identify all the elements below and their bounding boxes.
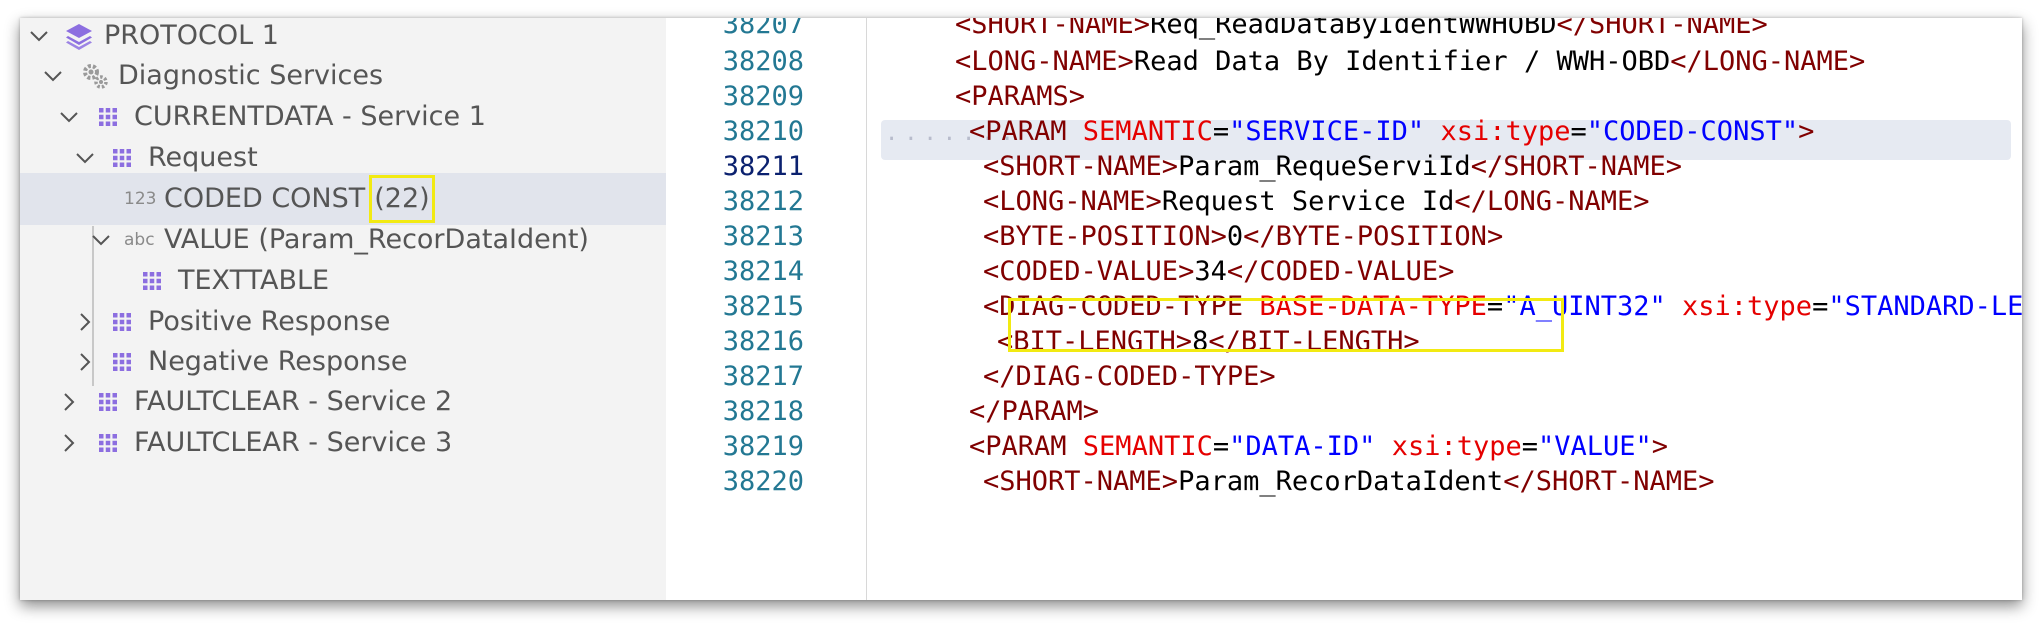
code-token: <CODED-VALUE>: [983, 256, 1195, 287]
code-token: Param_RecorDataIdent: [1178, 466, 1504, 497]
code-token: 0: [1226, 221, 1244, 252]
app-window: PROTOCOL 1 Diagnostic Services CURRENTDA…: [20, 18, 2022, 600]
code-token: xsi:type: [1440, 116, 1571, 147]
grid-icon: [98, 392, 118, 412]
code-line: <LONG-NAME>Read Data By Identifier / WWH…: [955, 40, 1865, 84]
code-token: </BYTE-POSITION>: [1243, 221, 1504, 252]
line-number-gutter: 38207 38208 38209 38210 38211 38212 38213 38214…: [666, 18, 867, 600]
grid-icon: [98, 107, 118, 127]
code-token: >: [1651, 431, 1669, 462]
coded-value-highlight: [1008, 298, 1564, 352]
code-token: "CODED-CONST": [1586, 116, 1799, 147]
code-token: <BYTE-POSITION>: [983, 221, 1227, 252]
code-token: 34: [1194, 256, 1227, 287]
code-token: Request Service Id: [1161, 186, 1455, 217]
chevron-down-icon[interactable]: [26, 23, 52, 49]
code-token: >: [1798, 116, 1815, 147]
code-token: =: [1212, 116, 1230, 147]
code-token: <PARAMS>: [955, 81, 1086, 112]
code-token: =: [1212, 431, 1230, 462]
code-token: <SHORT-NAME>: [955, 18, 1151, 40]
code-token: </SHORT-NAME>: [1503, 466, 1715, 497]
code-token: </LONG-NAME>: [1454, 186, 1650, 217]
code-token: </CODED-VALUE>: [1226, 256, 1455, 287]
grid-icon: [98, 433, 118, 453]
gears-icon: [80, 61, 110, 91]
tree-item-faultclear-service-3[interactable]: FAULTCLEAR - Service 3: [20, 417, 666, 469]
code-token: "SERVICE-ID": [1229, 116, 1425, 147]
chevron-right-icon[interactable]: [72, 349, 98, 375]
code-token: <SHORT-NAME>: [983, 466, 1179, 497]
chevron-right-icon[interactable]: [56, 430, 82, 456]
chevron-right-icon[interactable]: [72, 309, 98, 335]
code-token: <SHORT-NAME>: [983, 151, 1179, 182]
coded-const-name: CODED CONST: [164, 183, 366, 214]
code-token: </PARAM>: [969, 396, 1100, 427]
code-token: "VALUE": [1538, 431, 1652, 462]
code-token: "STANDARD-LENGTH-TYPE": [1828, 291, 2022, 322]
code-token: <LONG-NAME>: [955, 46, 1134, 77]
line-number: 38220: [722, 466, 804, 497]
tree-panel: PROTOCOL 1 Diagnostic Services CURRENTDA…: [20, 18, 666, 600]
tree-item-label: FAULTCLEAR - Service 3: [134, 427, 453, 458]
grid-icon: [112, 352, 132, 372]
code-token: </SHORT-NAME>: [1556, 18, 1768, 40]
code-token: Read Data By Identifier / WWH-OBD: [1133, 46, 1671, 77]
chevron-down-icon[interactable]: [72, 145, 98, 171]
code-token: "DATA-ID": [1229, 431, 1376, 462]
grid-icon: [112, 148, 132, 168]
code-token: SEMANTIC: [1082, 431, 1213, 462]
code-token: Req_ReadDataByIdentWWHOBD: [1150, 18, 1557, 40]
grid-icon: [142, 271, 162, 291]
code-token: </DIAG-CODED-TYPE>: [983, 361, 1276, 392]
code-token: =: [1570, 116, 1587, 147]
code-token: =: [1521, 431, 1538, 462]
code-token: SEMANTIC: [1082, 116, 1213, 147]
code-token: xsi:type: [1682, 291, 1813, 322]
grid-icon: [112, 312, 132, 332]
code-token: </SHORT-NAME>: [1470, 151, 1683, 182]
code-token: </LONG-NAME>: [1670, 46, 1866, 77]
code-token: =: [1812, 291, 1829, 322]
code-line: <SHORT-NAME>Param_RecorDataIdent</SHORT-…: [983, 460, 1715, 504]
chevron-right-icon[interactable]: [56, 389, 82, 415]
code-token: <LONG-NAME>: [983, 186, 1162, 217]
code-token: Param_RequeServiId: [1178, 151, 1471, 182]
code-token: xsi:type: [1391, 431, 1522, 462]
code-token: <PARAM: [969, 116, 1083, 147]
chevron-down-icon[interactable]: [56, 104, 82, 130]
code-token: <PARAM: [969, 431, 1083, 462]
chevron-down-icon[interactable]: [40, 63, 66, 89]
chevron-down-icon[interactable]: [88, 227, 114, 253]
layers-icon: [64, 21, 94, 51]
